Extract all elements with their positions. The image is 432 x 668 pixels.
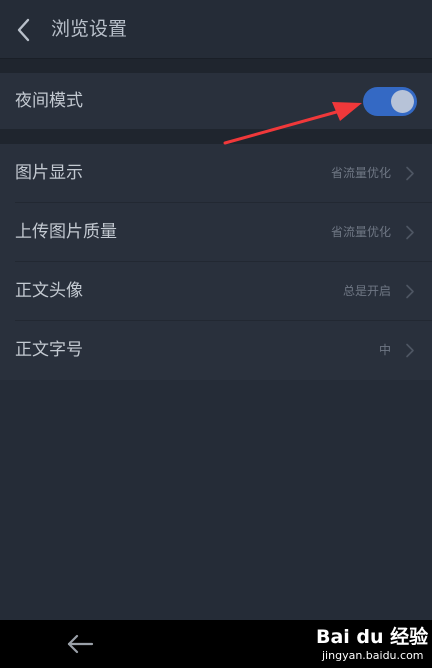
setting-label: 上传图片质量 — [15, 222, 117, 242]
setting-label: 正文头像 — [15, 281, 83, 301]
chevron-right-icon — [406, 225, 414, 240]
chevron-right-icon — [406, 343, 414, 358]
chevron-right-icon — [406, 166, 414, 181]
setting-value: 省流量优化 — [330, 225, 391, 239]
toggle-knob — [391, 90, 414, 113]
setting-body-avatar[interactable]: 正文头像 总是开启 — [0, 262, 432, 320]
night-mode-toggle[interactable] — [363, 87, 417, 116]
chevron-left-icon[interactable] — [14, 17, 34, 43]
watermark-brand: Bai du 经验 — [316, 626, 429, 648]
setting-value: 中 — [378, 343, 391, 357]
night-mode-row: 夜间模式 — [0, 73, 432, 129]
setting-image-display[interactable]: 图片显示 省流量优化 — [0, 144, 432, 202]
setting-label: 正文字号 — [15, 340, 83, 360]
watermark-url: jingyan.baidu.com — [322, 649, 424, 662]
setting-body-font-size[interactable]: 正文字号 中 — [0, 321, 432, 379]
setting-value: 省流量优化 — [330, 166, 391, 180]
page-title: 浏览设置 — [51, 18, 128, 40]
baidu-jingyan-watermark: Bai du 经验 jingyan.baidu.com — [312, 622, 430, 666]
setting-upload-image-quality[interactable]: 上传图片质量 省流量优化 — [0, 203, 432, 261]
setting-value: 总是开启 — [342, 284, 391, 298]
arrow-left-icon[interactable] — [66, 634, 94, 654]
chevron-right-icon — [406, 284, 414, 299]
section-gap — [0, 59, 432, 73]
settings-list: 图片显示 省流量优化 上传图片质量 省流量优化 正文头像 总是开启 正文字号 中 — [0, 144, 432, 380]
section-gap — [0, 129, 432, 144]
setting-label: 图片显示 — [15, 163, 83, 183]
night-mode-label: 夜间模式 — [15, 91, 83, 111]
app-header: 浏览设置 — [0, 0, 432, 59]
